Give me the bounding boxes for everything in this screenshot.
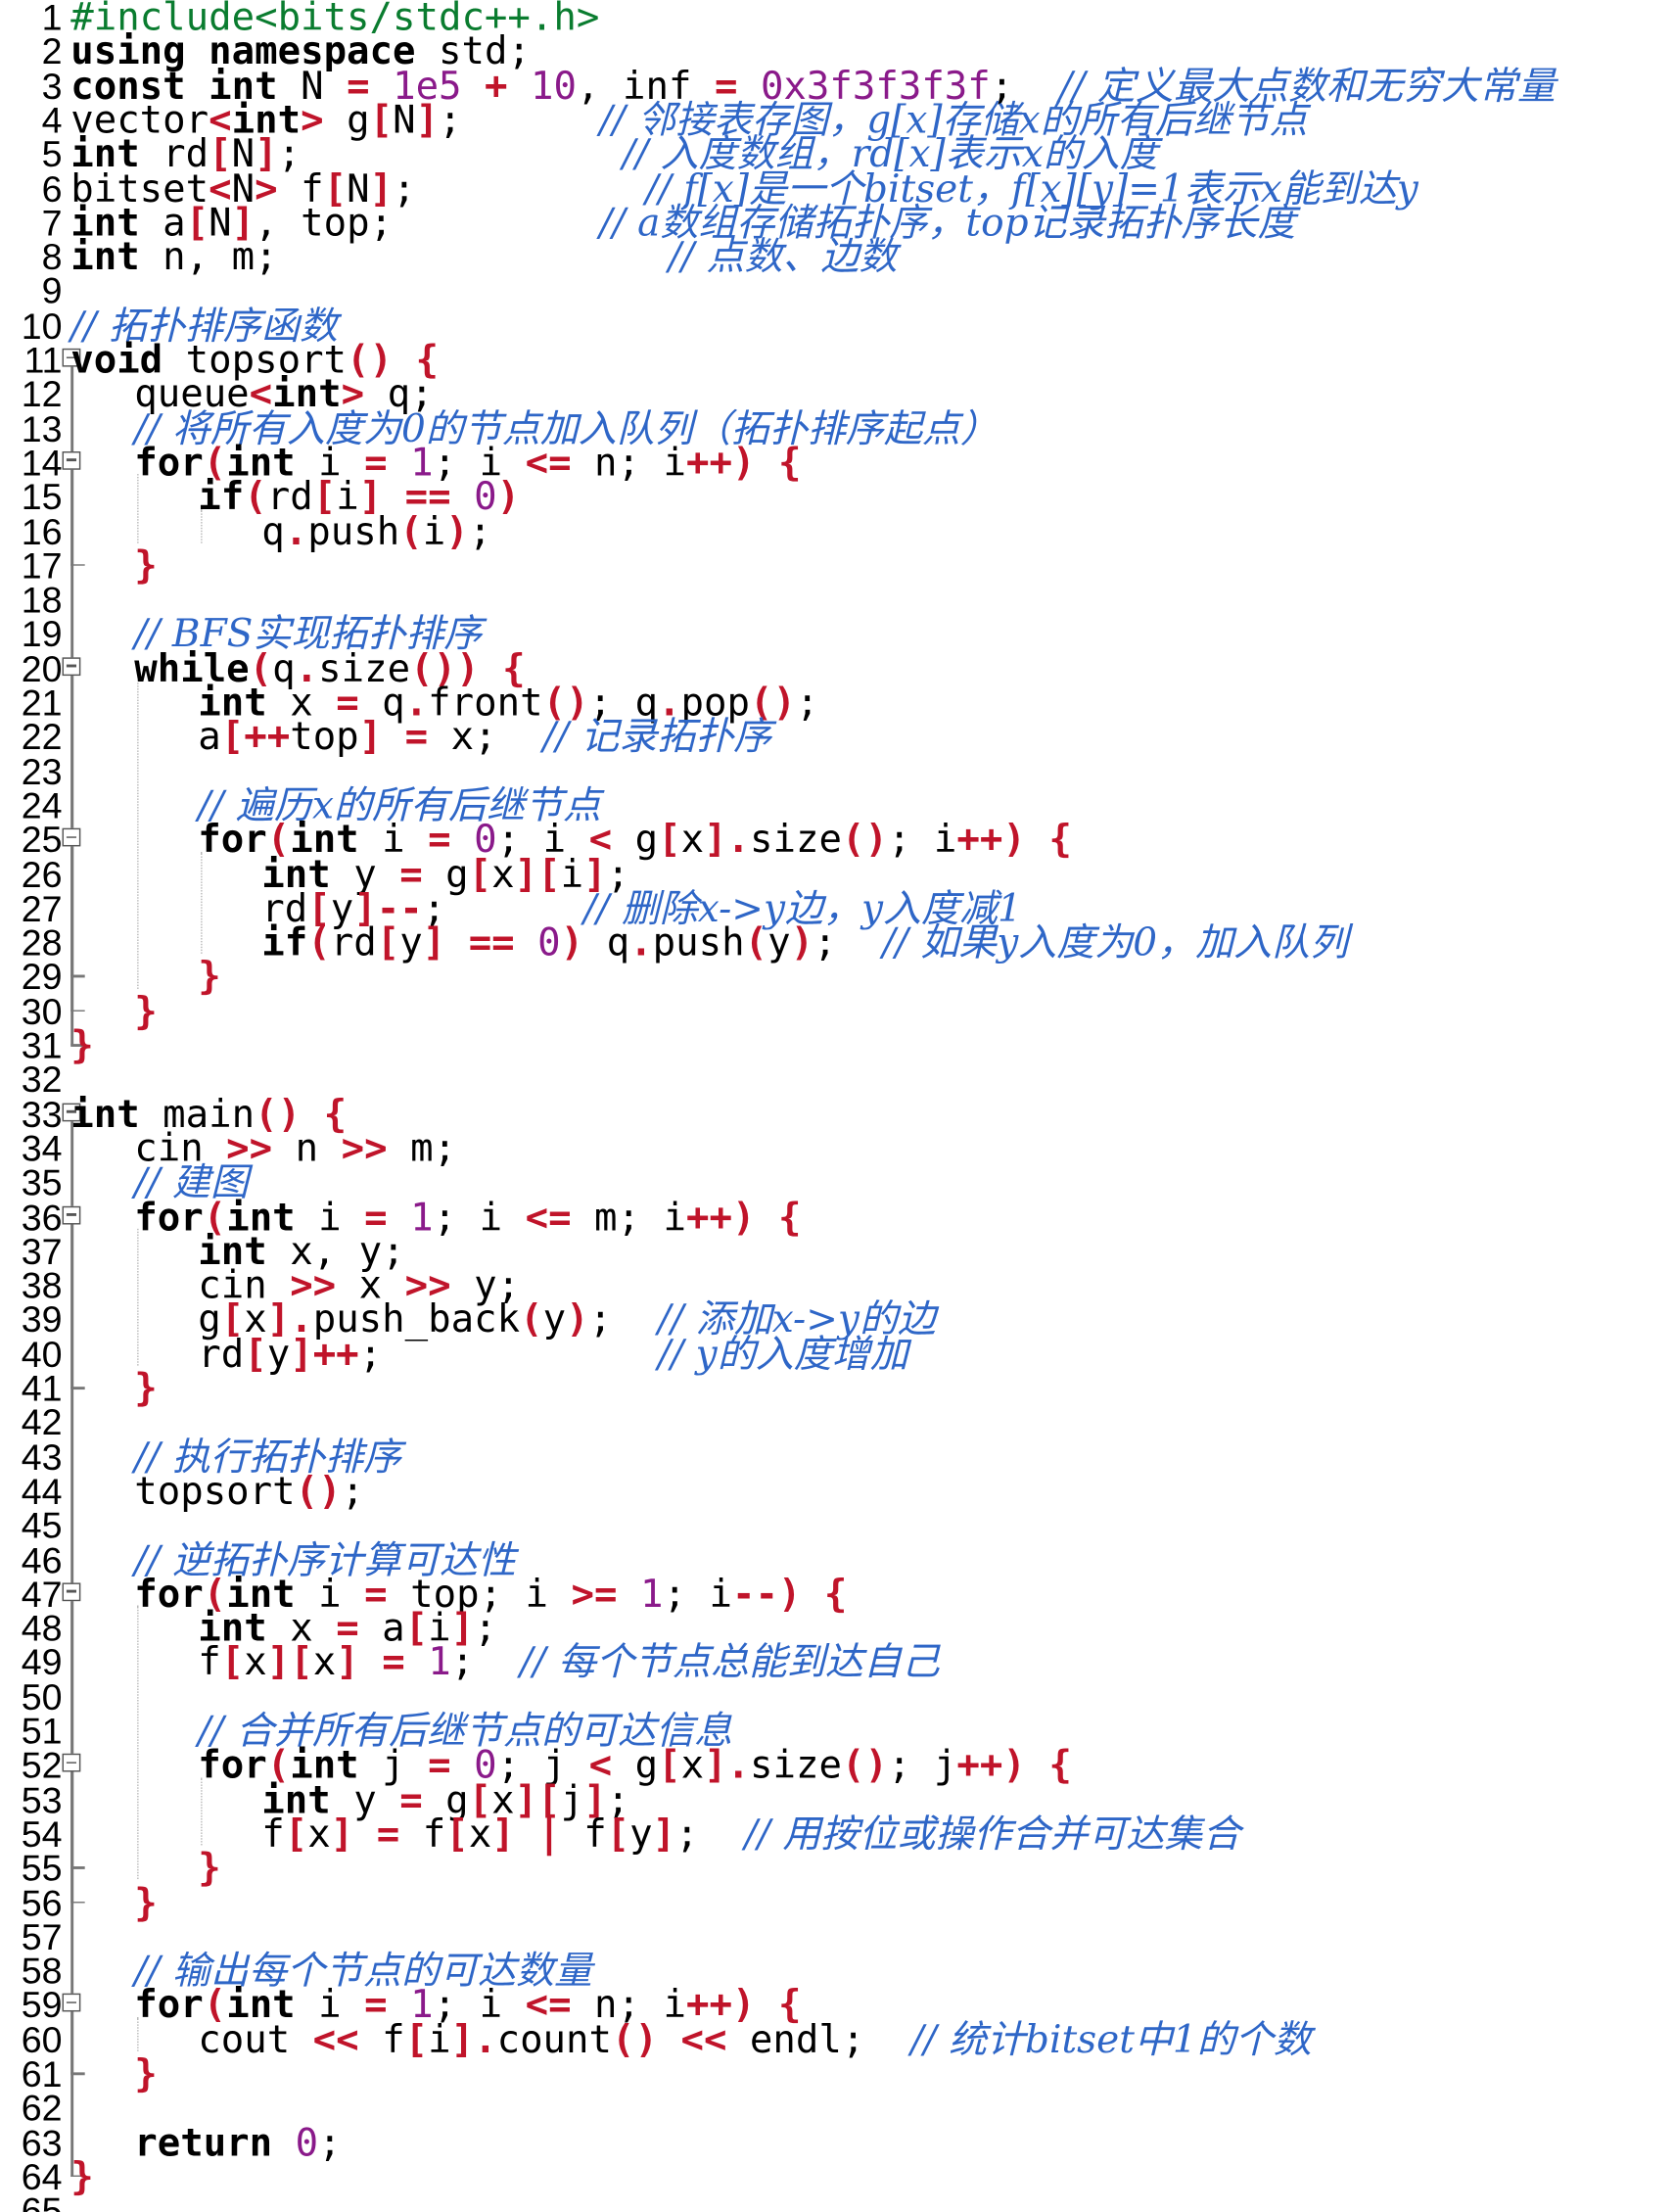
code-line[interactable]: 65 xyxy=(0,2187,1673,2212)
code-editor[interactable]: 1 #include<bits/stdc++.h> 2 using namespace… xyxy=(0,0,1673,2212)
line-number: 65 xyxy=(21,2189,63,2212)
